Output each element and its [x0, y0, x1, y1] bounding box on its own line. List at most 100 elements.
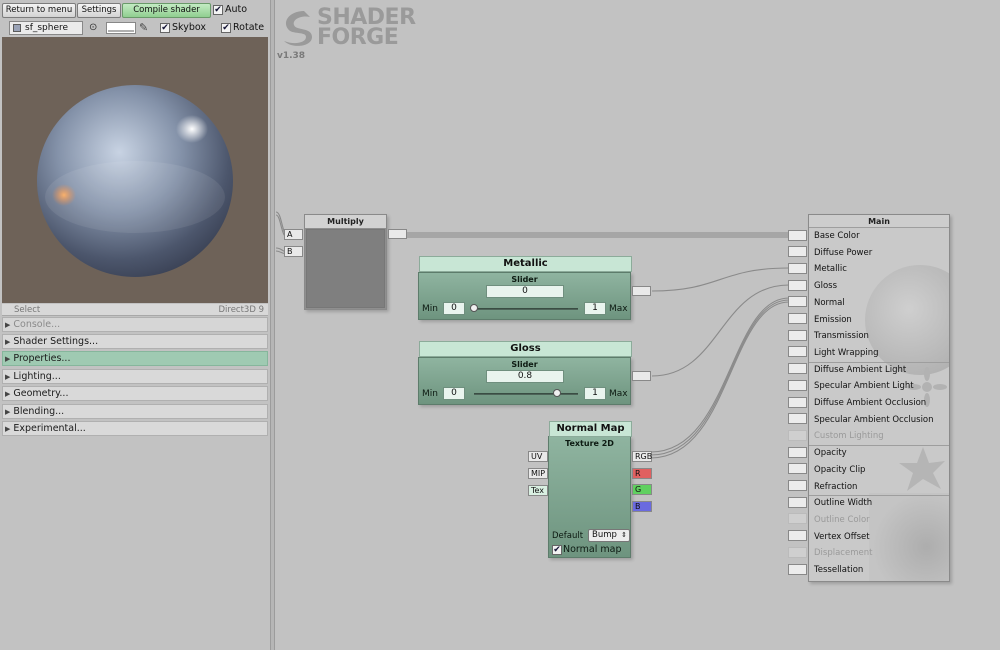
- accordion-blending[interactable]: ▶ Blending...: [2, 404, 268, 419]
- dropdown-arrows-icon: ⇕: [621, 531, 627, 539]
- metallic-min-field[interactable]: 0: [443, 302, 465, 315]
- main-section-divider: [809, 361, 949, 363]
- accordion-experimental[interactable]: ▶ Experimental...: [2, 421, 268, 436]
- normal-map-input-mip[interactable]: MIP: [528, 468, 548, 479]
- normal-map-node-subtitle: Texture 2D: [565, 439, 614, 448]
- metallic-node[interactable]: Metallic Slider 0 Min 0 1 Max: [418, 256, 632, 320]
- rotate-checkbox[interactable]: ✔: [221, 23, 231, 33]
- gloss-value-field[interactable]: 0.8: [486, 370, 564, 383]
- main-input-port[interactable]: [788, 262, 807, 274]
- main-input-port[interactable]: [788, 563, 807, 575]
- main-input-label: Metallic: [814, 264, 847, 275]
- compile-shader-button[interactable]: Compile shader: [122, 3, 211, 18]
- metallic-max-field[interactable]: 1: [584, 302, 606, 315]
- accordion-console[interactable]: ▶ Console...: [2, 317, 268, 332]
- accordion-label: Lighting...: [13, 371, 61, 382]
- accordion-label: Geometry...: [13, 388, 69, 399]
- gloss-slider-track[interactable]: [474, 393, 578, 395]
- main-input-port[interactable]: [788, 530, 807, 542]
- main-input-port: [788, 546, 807, 558]
- accordion-shader-settings[interactable]: ▶ Shader Settings...: [2, 334, 268, 349]
- accordion-label: Experimental...: [13, 423, 86, 434]
- light-color-swatch[interactable]: [106, 22, 136, 34]
- default-dropdown[interactable]: Bump ⇕: [588, 529, 630, 542]
- main-input-port[interactable]: [788, 279, 807, 291]
- main-input-label: Light Wrapping: [814, 347, 879, 358]
- normal-map-output-r[interactable]: R: [632, 468, 652, 479]
- gloss-node[interactable]: Gloss Slider 0.8 Min 0 1 Max: [418, 341, 632, 405]
- normal-map-output-b[interactable]: B: [632, 501, 652, 512]
- normal-map-node-title: Normal Map: [549, 421, 632, 437]
- return-to-menu-button[interactable]: Return to menu: [2, 3, 76, 18]
- main-input-label: Tessellation: [814, 565, 864, 575]
- main-input-label: Specular Ambient Light: [814, 381, 914, 392]
- rotate-label: Rotate: [233, 22, 265, 33]
- multiply-node[interactable]: Multiply: [304, 214, 387, 310]
- metallic-value-field[interactable]: 0: [486, 285, 564, 298]
- main-input-port[interactable]: [788, 463, 807, 475]
- gloss-max-field[interactable]: 1: [584, 387, 606, 400]
- left-panel: Return to menu Settings Compile shader ✔…: [0, 0, 270, 650]
- metallic-slider-track[interactable]: [474, 308, 578, 310]
- default-label: Default: [552, 531, 584, 541]
- main-node[interactable]: Main Base Color Diffuse Power Metallic Glos…: [808, 214, 950, 582]
- preview-statusbar: Select Direct3D 9: [2, 304, 268, 316]
- main-input-port[interactable]: [788, 346, 807, 358]
- main-input-label: Outline Color: [814, 514, 870, 525]
- select-label[interactable]: Select: [14, 305, 40, 315]
- normal-map-checkbox[interactable]: ✔: [552, 545, 562, 555]
- main-input-port[interactable]: [788, 480, 807, 491]
- main-input-port[interactable]: [788, 379, 807, 391]
- normal-map-input-uv[interactable]: UV: [528, 451, 548, 462]
- multiply-node-title: Multiply: [305, 215, 386, 228]
- gloss-output-port[interactable]: [632, 371, 651, 381]
- main-input-port[interactable]: [788, 296, 807, 308]
- main-input-port[interactable]: [788, 329, 807, 341]
- normal-map-output-g[interactable]: G: [632, 484, 652, 495]
- collapse-triangle-icon: ▶: [5, 390, 11, 398]
- accordion-label: Properties...: [13, 353, 71, 364]
- collapse-triangle-icon: ▶: [5, 321, 11, 329]
- mesh-name: sf_sphere: [25, 23, 69, 33]
- collapse-triangle-icon: ▶: [5, 425, 11, 433]
- skybox-label: Skybox: [172, 22, 206, 33]
- main-input-port[interactable]: [788, 496, 807, 508]
- normal-map-output-rgb[interactable]: RGB: [632, 451, 652, 462]
- accordion-label: Blending...: [13, 406, 65, 417]
- accordion-geometry[interactable]: ▶ Geometry...: [2, 386, 268, 401]
- gloss-slider-knob[interactable]: [553, 389, 562, 397]
- gloss-min-field[interactable]: 0: [443, 387, 465, 400]
- normal-map-node[interactable]: Normal Map Texture 2D Default Bump ⇕ ✔ N…: [548, 421, 632, 558]
- main-input-label: Diffuse Ambient Light: [814, 364, 907, 375]
- main-input-port[interactable]: [788, 396, 807, 408]
- main-input-port[interactable]: [788, 413, 807, 425]
- skybox-checkbox[interactable]: ✔: [160, 23, 170, 33]
- normal-map-input-tex[interactable]: Tex: [528, 485, 548, 496]
- multiply-output-port[interactable]: [388, 229, 407, 239]
- main-input-label: Diffuse Ambient Occlusion: [814, 398, 927, 408]
- main-input-port[interactable]: [788, 246, 807, 258]
- multiply-port-a[interactable]: A: [284, 229, 303, 240]
- panel-splitter[interactable]: [270, 0, 275, 650]
- accordion-label: Console...: [13, 319, 61, 330]
- eyedropper-icon[interactable]: ✎: [139, 21, 148, 34]
- auto-checkbox[interactable]: ✔: [213, 5, 223, 15]
- collapse-triangle-icon: ▶: [5, 408, 11, 416]
- mesh-picker-icon: [13, 24, 21, 32]
- main-section-divider: [809, 495, 949, 497]
- settings-button[interactable]: Settings: [77, 3, 121, 18]
- metallic-output-port[interactable]: [632, 286, 651, 296]
- main-input-port[interactable]: [788, 313, 807, 324]
- metallic-slider-knob[interactable]: [470, 304, 478, 312]
- main-input-port[interactable]: [788, 446, 807, 458]
- shader-preview[interactable]: [2, 37, 268, 303]
- main-node-title: Main: [809, 215, 949, 228]
- target-icon[interactable]: ⊙: [89, 22, 97, 33]
- accordion-lighting[interactable]: ▶ Lighting...: [2, 369, 268, 384]
- main-input-port[interactable]: [788, 229, 807, 241]
- multiply-port-b[interactable]: B: [284, 246, 303, 257]
- mesh-selector[interactable]: sf_sphere: [9, 21, 83, 35]
- main-input-port[interactable]: [788, 363, 807, 375]
- main-input-label: Gloss: [814, 281, 838, 292]
- accordion-properties[interactable]: ▶ Properties...: [2, 351, 268, 366]
